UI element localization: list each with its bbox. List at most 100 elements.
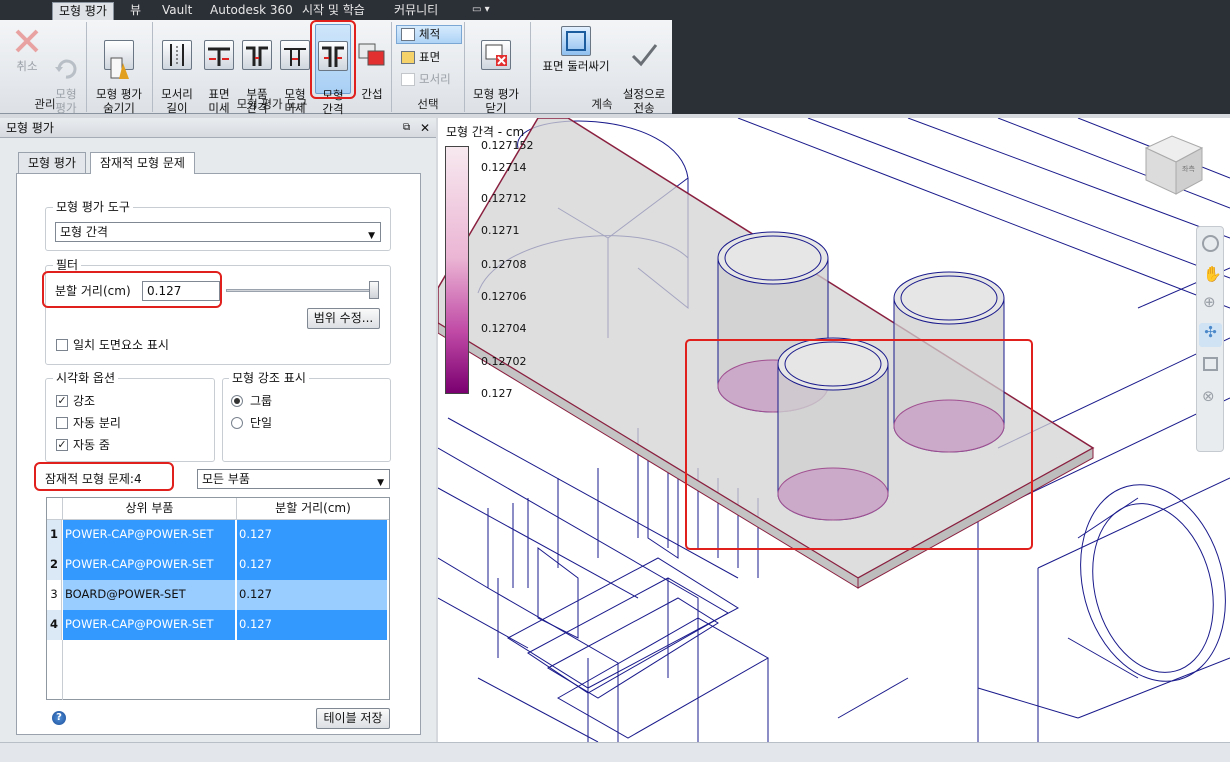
surface-fine-icon xyxy=(204,40,234,70)
split-distance-slider-track[interactable] xyxy=(226,289,378,292)
edge-select-icon xyxy=(401,73,415,86)
row-number: 4 xyxy=(47,610,62,640)
panel-close-icon[interactable]: ✕ xyxy=(420,118,430,138)
tab-view[interactable]: 뷰 xyxy=(124,2,147,20)
tab-options-icon[interactable]: ▭ ▾ xyxy=(466,2,496,20)
ribbon-empty-area xyxy=(672,20,1230,114)
status-bar xyxy=(0,742,1230,762)
group-label-tools: 모형 평가 도구 xyxy=(236,97,308,111)
table-row[interactable]: 2 POWER-CAP@POWER-SET 0.127 xyxy=(47,550,387,580)
select-volume-button[interactable]: 체적 xyxy=(396,25,462,44)
tab-panel-model-eval[interactable]: 모형 평가 xyxy=(18,152,86,173)
group-radio-label: 그룹 xyxy=(250,394,273,408)
tab-vault[interactable]: Vault xyxy=(156,2,198,20)
edge-length-button[interactable]: 모서리 길이 xyxy=(157,26,197,129)
interference-icon xyxy=(357,40,387,70)
legend-tick: 0.127152 xyxy=(481,139,534,152)
model-wireframe xyxy=(438,118,1230,742)
row-parent-part: POWER-CAP@POWER-SET xyxy=(63,610,236,640)
hide-model-eval-button[interactable]: 모형 평가 숨기기 xyxy=(90,26,148,129)
table-row[interactable]: 4 POWER-CAP@POWER-SET 0.127 xyxy=(47,610,387,640)
tab-community[interactable]: 커뮤니티 xyxy=(388,2,444,20)
look-at-icon[interactable] xyxy=(1203,357,1218,371)
legend-tick: 0.12702 xyxy=(481,355,527,368)
row-number: 2 xyxy=(47,550,62,580)
group-radio[interactable] xyxy=(231,395,243,407)
table-row[interactable]: 3 BOARD@POWER-SET 0.127 xyxy=(47,580,387,610)
row-number: 3 xyxy=(47,580,62,610)
select-edge-button[interactable]: 모서리 xyxy=(396,70,462,89)
highlight-option-label: 강조 xyxy=(73,394,96,408)
group-label-manage: 관리 xyxy=(34,97,56,111)
edit-range-button[interactable]: 범위 수정... xyxy=(307,308,380,329)
model-fine-button[interactable]: 모형 미세 xyxy=(277,26,313,129)
tool-combobox-value: 모형 간격 xyxy=(60,225,108,239)
legend-color-bar xyxy=(445,146,469,394)
part-gap-icon xyxy=(242,40,272,70)
tab-autodesk360[interactable]: Autodesk 360 xyxy=(204,2,299,20)
close-model-eval-button[interactable]: 모형 평가 닫기 xyxy=(466,26,526,129)
surface-select-icon xyxy=(401,51,415,64)
select-surface-label: 표면 xyxy=(419,50,441,64)
checkmark-icon xyxy=(629,40,659,70)
tab-model-eval[interactable]: 모형 평가 xyxy=(52,2,114,20)
auto-separate-checkbox[interactable] xyxy=(56,417,68,429)
select-edge-label: 모서리 xyxy=(419,72,451,86)
table-header-parent-part[interactable]: 상위 부품 xyxy=(63,498,237,520)
group-label-continue: 계속 xyxy=(591,97,613,111)
surface-fine-button[interactable]: 표면 미세 xyxy=(201,26,237,129)
view-face-icon[interactable]: ⊗ xyxy=(1202,387,1215,405)
model-gap-highlight xyxy=(310,20,356,99)
part-gap-button[interactable]: 부품 간격 xyxy=(239,26,275,129)
ribbon-separator xyxy=(86,22,87,112)
send-to-settings-button[interactable]: 설정으로 전송 xyxy=(618,26,670,129)
help-icon[interactable]: ? xyxy=(52,711,66,725)
select-volume-label: 체적 xyxy=(419,27,441,41)
tab-panel-potential-issues[interactable]: 잠재적 모형 문제 xyxy=(90,152,195,174)
select-surface-button[interactable]: 표면 xyxy=(396,48,462,67)
panel-dock-icon[interactable]: ⧉ xyxy=(403,118,410,138)
legend-tick: 0.12714 xyxy=(481,161,527,174)
save-table-button[interactable]: 테이블 저장 xyxy=(316,708,390,729)
hide-model-eval-label: 모형 평가 숨기기 xyxy=(96,87,142,115)
filter-group-title: 필터 xyxy=(53,258,82,272)
table-header-split-distance[interactable]: 분할 거리(cm) xyxy=(237,498,389,520)
tab-getting-started[interactable]: 시작 및 학습 xyxy=(296,2,371,20)
auto-zoom-checkbox[interactable]: ✓ xyxy=(56,439,68,451)
single-radio[interactable] xyxy=(231,417,243,429)
navigation-bar: ✋ ⊕ ✣ ⊗ xyxy=(1196,226,1224,452)
parts-filter-combobox[interactable]: 모든 부품 ▼ xyxy=(197,469,390,489)
single-radio-label: 단일 xyxy=(250,416,273,430)
cancel-label: 취소 xyxy=(16,59,38,73)
split-distance-slider-thumb[interactable] xyxy=(369,281,379,299)
row-header-empty xyxy=(47,640,63,700)
table-row[interactable]: 1 POWER-CAP@POWER-SET 0.127 xyxy=(47,520,387,550)
tool-combobox[interactable]: 모형 간격 ▼ xyxy=(55,222,381,242)
ribbon-separator xyxy=(530,22,531,112)
model-eval-button[interactable]: 모형 평가 xyxy=(48,26,84,129)
volume-select-icon xyxy=(401,28,415,41)
viewcube[interactable]: 좌측 xyxy=(1138,126,1210,198)
legend-tick: 0.12708 xyxy=(481,258,527,271)
close-model-eval-label: 모형 평가 닫기 xyxy=(473,87,519,115)
show-match-label: 일치 도면요소 표시 xyxy=(73,338,169,352)
surface-wrap-button[interactable]: 표면 둘러싸기 xyxy=(536,26,616,73)
ribbon-separator xyxy=(464,22,465,112)
model-highlight-group-title: 모형 강조 표시 xyxy=(229,371,309,385)
cancel-button[interactable]: 취소 xyxy=(8,26,46,73)
zoom-icon[interactable]: ⊕ xyxy=(1203,293,1216,311)
3d-viewport[interactable]: 모형 간격 - cm 0.127152 0.12714 0.12712 0.12… xyxy=(438,118,1230,742)
panel-title-bar: 모형 평가 ⧉ ✕ xyxy=(0,118,436,138)
parts-filter-value: 모든 부품 xyxy=(202,472,250,486)
row-number: 1 xyxy=(47,520,62,550)
show-match-checkbox[interactable] xyxy=(56,339,68,351)
split-distance-highlight xyxy=(42,271,222,308)
pan-hand-icon[interactable]: ✋ xyxy=(1203,265,1222,283)
refresh-icon xyxy=(51,40,81,79)
edge-length-icon xyxy=(162,40,192,70)
row-split-distance: 0.127 xyxy=(237,520,387,550)
steering-wheel-icon[interactable] xyxy=(1202,235,1219,252)
orbit-icon[interactable]: ✣ xyxy=(1199,323,1222,347)
issues-table: 상위 부품 분할 거리(cm) 1 POWER-CAP@POWER-SET 0.12… xyxy=(46,497,390,700)
highlight-checkbox[interactable]: ✓ xyxy=(56,395,68,407)
